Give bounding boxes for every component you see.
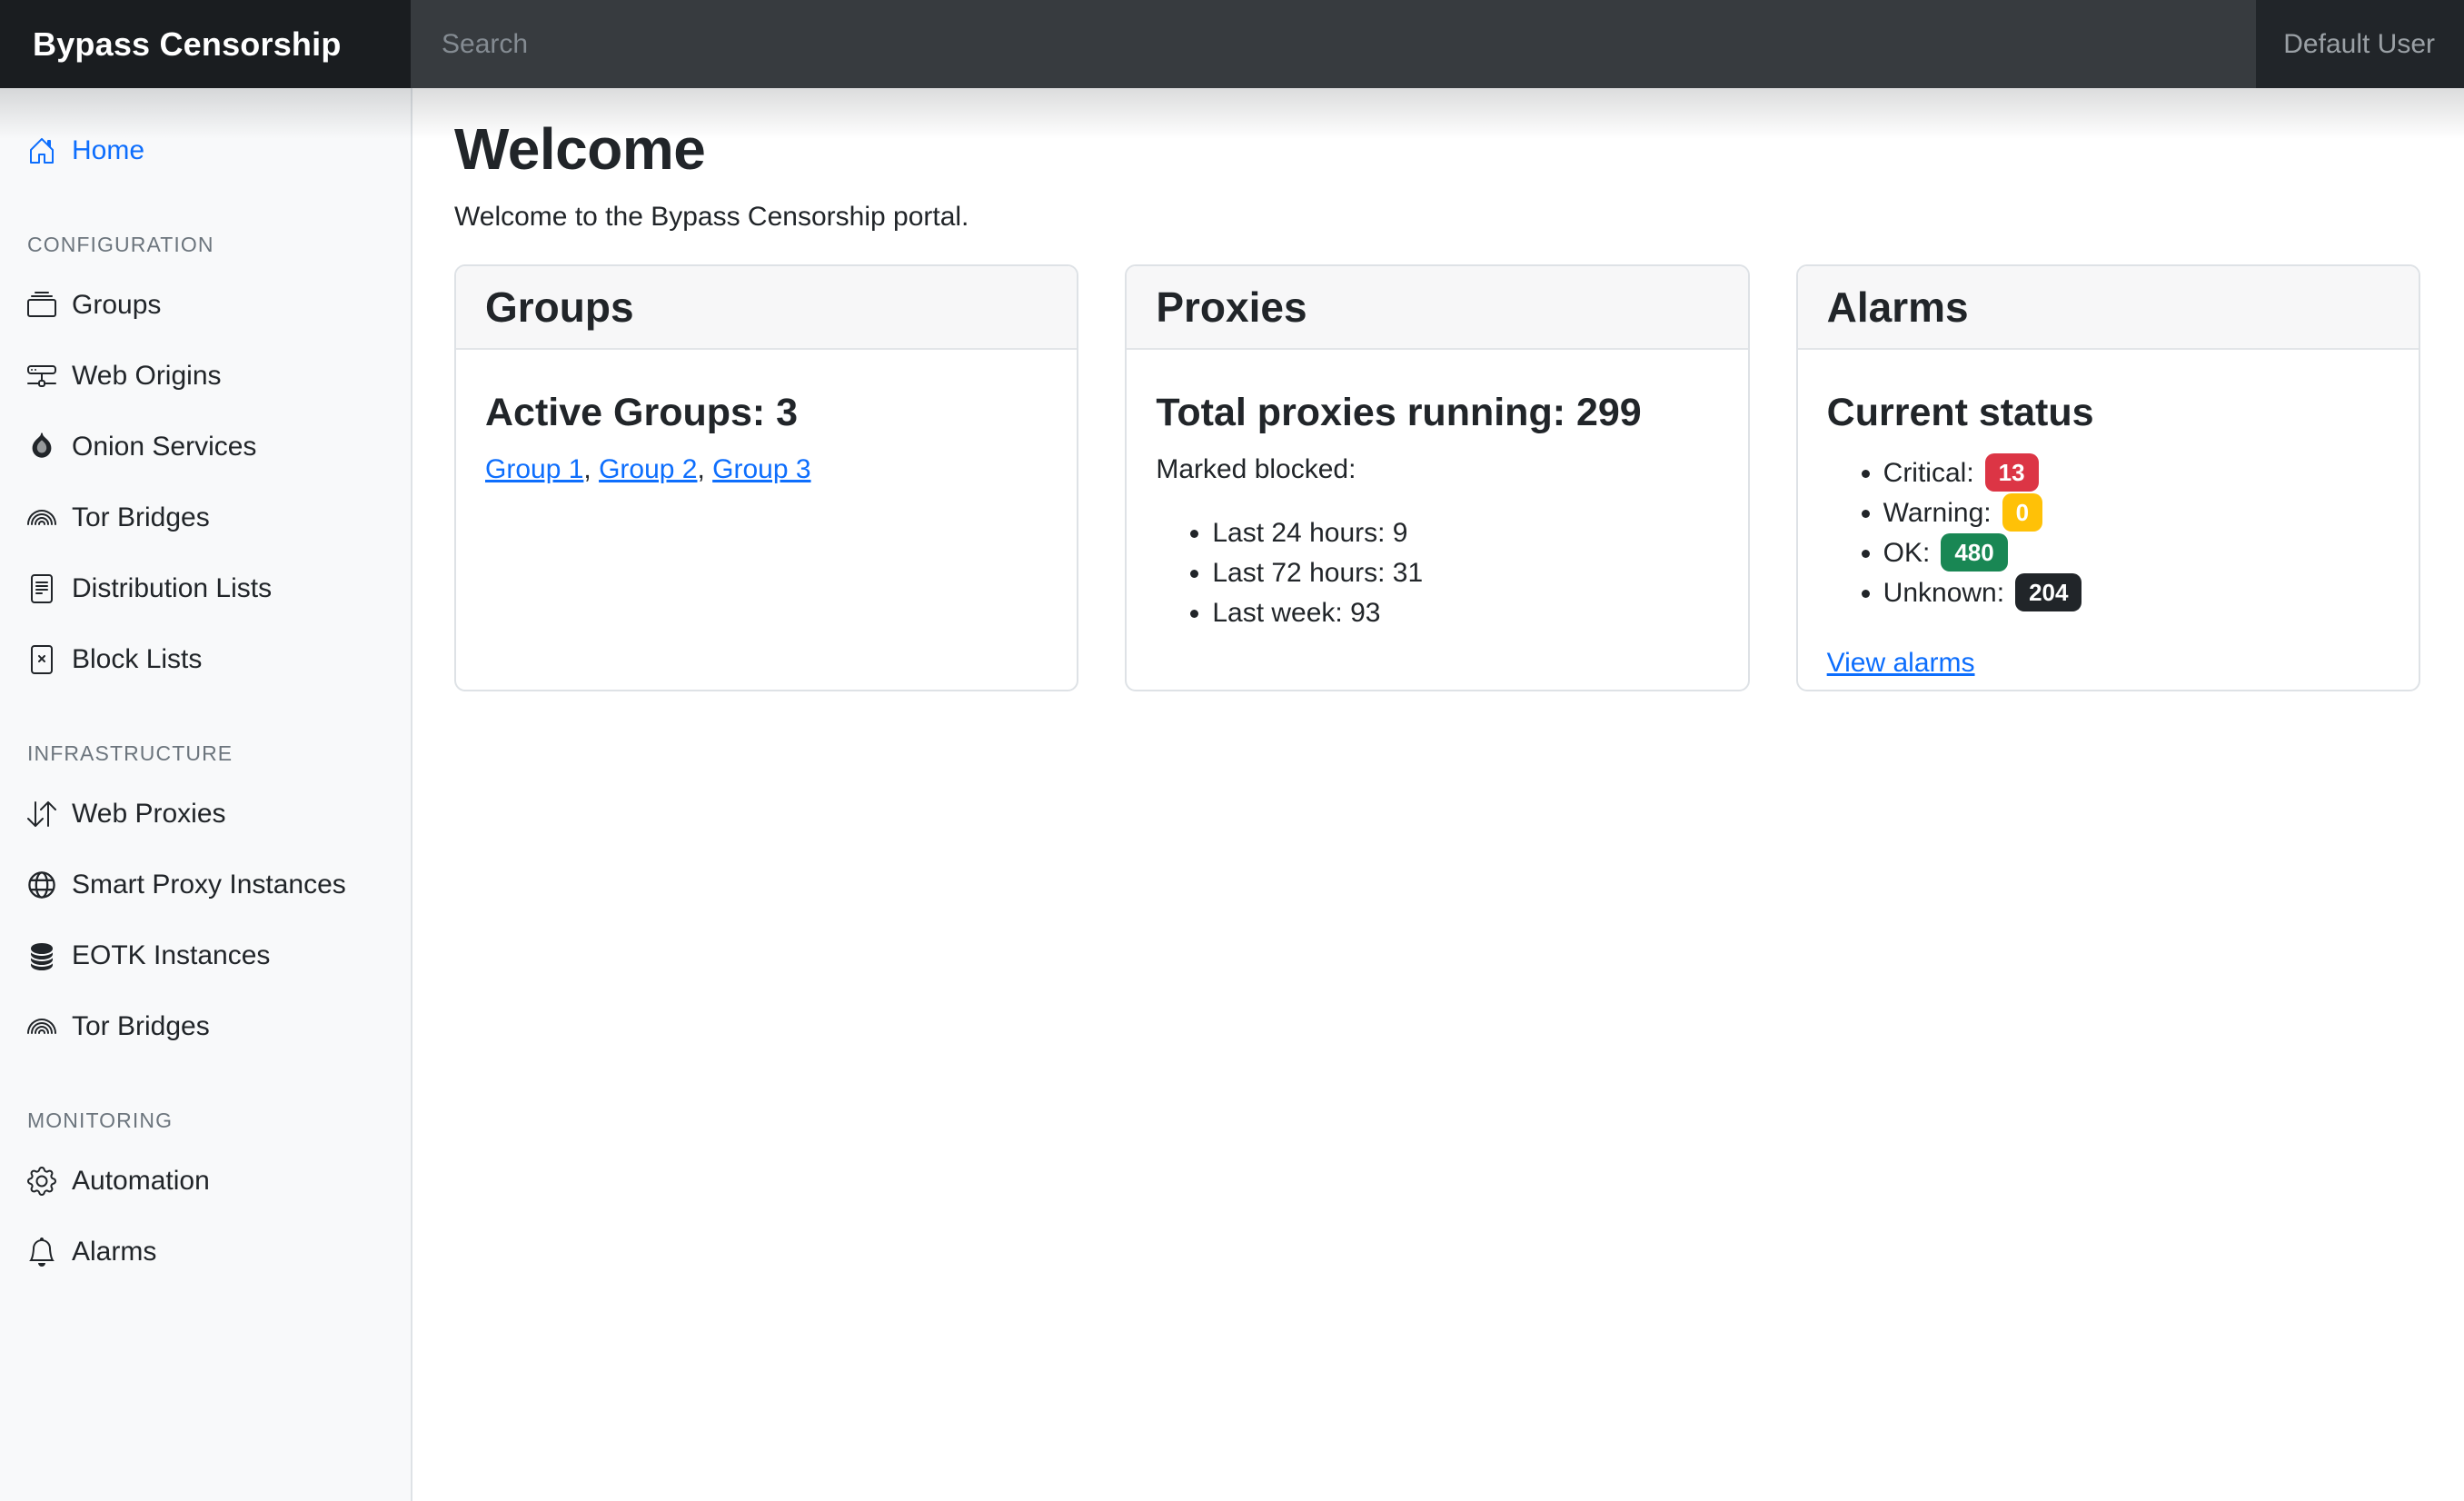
blocked-stat-item: Last 24 hours: 9 [1212,513,1718,553]
sidebar-section-monitoring: MONITORING [0,1062,411,1146]
rainbow-icon [27,503,56,532]
sidebar-item-web-origins[interactable]: Web Origins [0,341,411,412]
brand-link[interactable]: Bypass Censorship [0,0,411,88]
sidebar-item-label: Home [72,135,144,166]
sidebar-section-infrastructure: INFRASTRUCTURE [0,695,411,779]
current-status-heading: Current status [1827,390,2389,435]
alarm-status-item: Critical: 13 [1883,453,2389,493]
active-groups-heading: Active Groups: 3 [485,390,1048,435]
sidebar: Home CONFIGURATION Groups Web Origins On… [0,88,412,1501]
status-label: Unknown: [1883,578,2004,608]
view-alarms-link[interactable]: View alarms [1827,646,1975,681]
sidebar-item-label: EOTK Instances [72,940,270,971]
sidebar-item-label: Onion Services [72,432,256,462]
sidebar-item-label: Distribution Lists [72,573,272,604]
status-badge-unknown: 204 [2015,573,2081,611]
gear-icon [27,1167,56,1196]
sidebar-item-eotk-instances[interactable]: EOTK Instances [0,920,411,991]
sidebar-item-alarms[interactable]: Alarms [0,1217,411,1287]
bell-icon [27,1238,56,1267]
search-input[interactable] [411,0,2256,88]
groups-card-body: Active Groups: 3 Group 1, Group 2, Group… [456,350,1077,513]
alarm-status-list: Critical: 13 Warning: 0 OK: 480 Unknown: 204 [1827,453,2389,613]
marked-blocked-label: Marked blocked: [1156,453,1718,486]
onion-icon [27,432,56,462]
status-label: Critical: [1883,458,1974,488]
blocked-stat-item: Last week: 93 [1212,593,1718,633]
sidebar-item-label: Web Proxies [72,799,226,830]
group-link-3[interactable]: Group 3 [712,454,810,484]
sidebar-item-home[interactable]: Home [0,115,411,186]
summary-cards: Groups Active Groups: 3 Group 1, Group 2… [454,264,2420,691]
sidebar-item-web-proxies[interactable]: Web Proxies [0,779,411,850]
groups-card: Groups Active Groups: 3 Group 1, Group 2… [454,264,1078,691]
alarms-card-body: Current status Critical: 13 Warning: 0 OK:… [1798,350,2419,691]
main-content: Welcome Welcome to the Bypass Censorship… [412,88,2464,1501]
sidebar-item-label: Block Lists [72,644,202,675]
sidebar-item-tor-bridges-infra[interactable]: Tor Bridges [0,991,411,1062]
sidebar-item-label: Web Origins [72,361,222,392]
proxies-card: Proxies Total proxies running: 299 Marke… [1125,264,1749,691]
sidebar-item-label: Tor Bridges [72,1011,210,1042]
globe-icon [27,870,56,900]
sidebar-item-label: Tor Bridges [72,502,210,533]
proxies-card-title: Proxies [1127,266,1747,350]
group-link-2[interactable]: Group 2 [599,454,697,484]
arrow-down-up-icon [27,800,56,829]
blocked-stat-item: Last 72 hours: 31 [1212,553,1718,593]
alarms-card-title: Alarms [1798,266,2419,350]
alarm-status-item: OK: 480 [1883,533,2389,573]
groups-card-title: Groups [456,266,1077,350]
file-x-icon [27,645,56,674]
group-links: Group 1, Group 2, Group 3 [485,453,1048,486]
page-title: Welcome [454,115,2420,183]
sidebar-item-tor-bridges-config[interactable]: Tor Bridges [0,482,411,553]
database-icon [27,941,56,970]
sidebar-item-smart-proxy-instances[interactable]: Smart Proxy Instances [0,850,411,920]
status-label: OK: [1883,538,1931,568]
total-proxies-heading: Total proxies running: 299 [1156,390,1718,435]
sidebar-item-label: Alarms [72,1237,156,1267]
collection-icon [27,291,56,320]
link-separator: , [583,454,599,484]
sidebar-item-label: Automation [72,1166,210,1197]
status-badge-critical: 13 [1985,453,2039,492]
user-menu[interactable]: Default User [2256,0,2464,88]
sidebar-item-block-lists[interactable]: Block Lists [0,624,411,695]
proxies-card-body: Total proxies running: 299 Marked blocke… [1127,350,1747,661]
top-navbar: Bypass Censorship Default User [0,0,2464,88]
alarm-status-item: Warning: 0 [1883,493,2389,533]
sidebar-section-configuration: CONFIGURATION [0,186,411,270]
group-link-1[interactable]: Group 1 [485,454,583,484]
file-text-icon [27,574,56,603]
alarm-status-item: Unknown: 204 [1883,573,2389,613]
sidebar-item-label: Smart Proxy Instances [72,870,346,900]
sidebar-item-label: Groups [72,290,161,321]
status-label: Warning: [1883,498,1992,528]
alarms-card: Alarms Current status Critical: 13 Warnin… [1796,264,2420,691]
blocked-stats-list: Last 24 hours: 9 Last 72 hours: 31 Last … [1156,513,1718,633]
welcome-subtitle: Welcome to the Bypass Censorship portal. [454,201,2420,234]
link-separator: , [697,454,712,484]
status-badge-ok: 480 [1941,533,2007,572]
hdd-network-icon [27,362,56,391]
sidebar-item-automation[interactable]: Automation [0,1146,411,1217]
status-badge-warning: 0 [2002,493,2042,532]
sidebar-item-onion-services[interactable]: Onion Services [0,412,411,482]
sidebar-item-distribution-lists[interactable]: Distribution Lists [0,553,411,624]
house-door-icon [27,136,56,165]
rainbow-icon [27,1012,56,1041]
sidebar-item-groups[interactable]: Groups [0,270,411,341]
